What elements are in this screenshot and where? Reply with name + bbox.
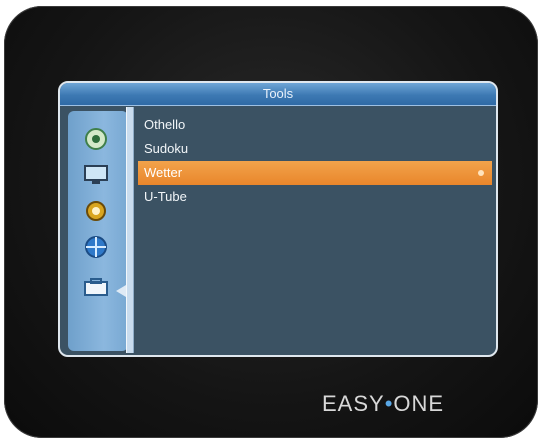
tools-window: Tools Othello Sudoku Wetter U-Tube	[58, 81, 498, 357]
tools-menu-list: Othello Sudoku Wetter U-Tube	[138, 113, 492, 209]
selected-category-pointer	[116, 285, 126, 297]
menu-item-label: U-Tube	[144, 189, 187, 204]
menu-item-label: Wetter	[144, 165, 183, 180]
window-title: Tools	[60, 83, 496, 106]
brand-logo: EASY•ONE	[322, 391, 444, 417]
menu-item-othello[interactable]: Othello	[138, 113, 492, 137]
toolbox-icon[interactable]	[82, 275, 110, 299]
menu-item-label: Othello	[144, 117, 186, 132]
brand-left: EASY	[322, 391, 385, 416]
menu-item-label: Sudoku	[144, 141, 189, 156]
sidebar-divider	[126, 107, 134, 353]
disc-icon[interactable]	[82, 127, 110, 151]
menu-item-wetter[interactable]: Wetter	[138, 161, 492, 185]
gear-icon[interactable]	[82, 199, 110, 223]
menu-item-sudoku[interactable]: Sudoku	[138, 137, 492, 161]
category-sidebar	[68, 111, 128, 351]
globe-icon[interactable]	[82, 235, 110, 259]
brand-right: ONE	[393, 391, 445, 416]
monitor-icon[interactable]	[82, 163, 110, 187]
tv-bezel: Tools Othello Sudoku Wetter U-Tube EASY•…	[4, 6, 538, 438]
selection-dot-icon	[478, 170, 484, 176]
menu-item-u-tube[interactable]: U-Tube	[138, 185, 492, 209]
